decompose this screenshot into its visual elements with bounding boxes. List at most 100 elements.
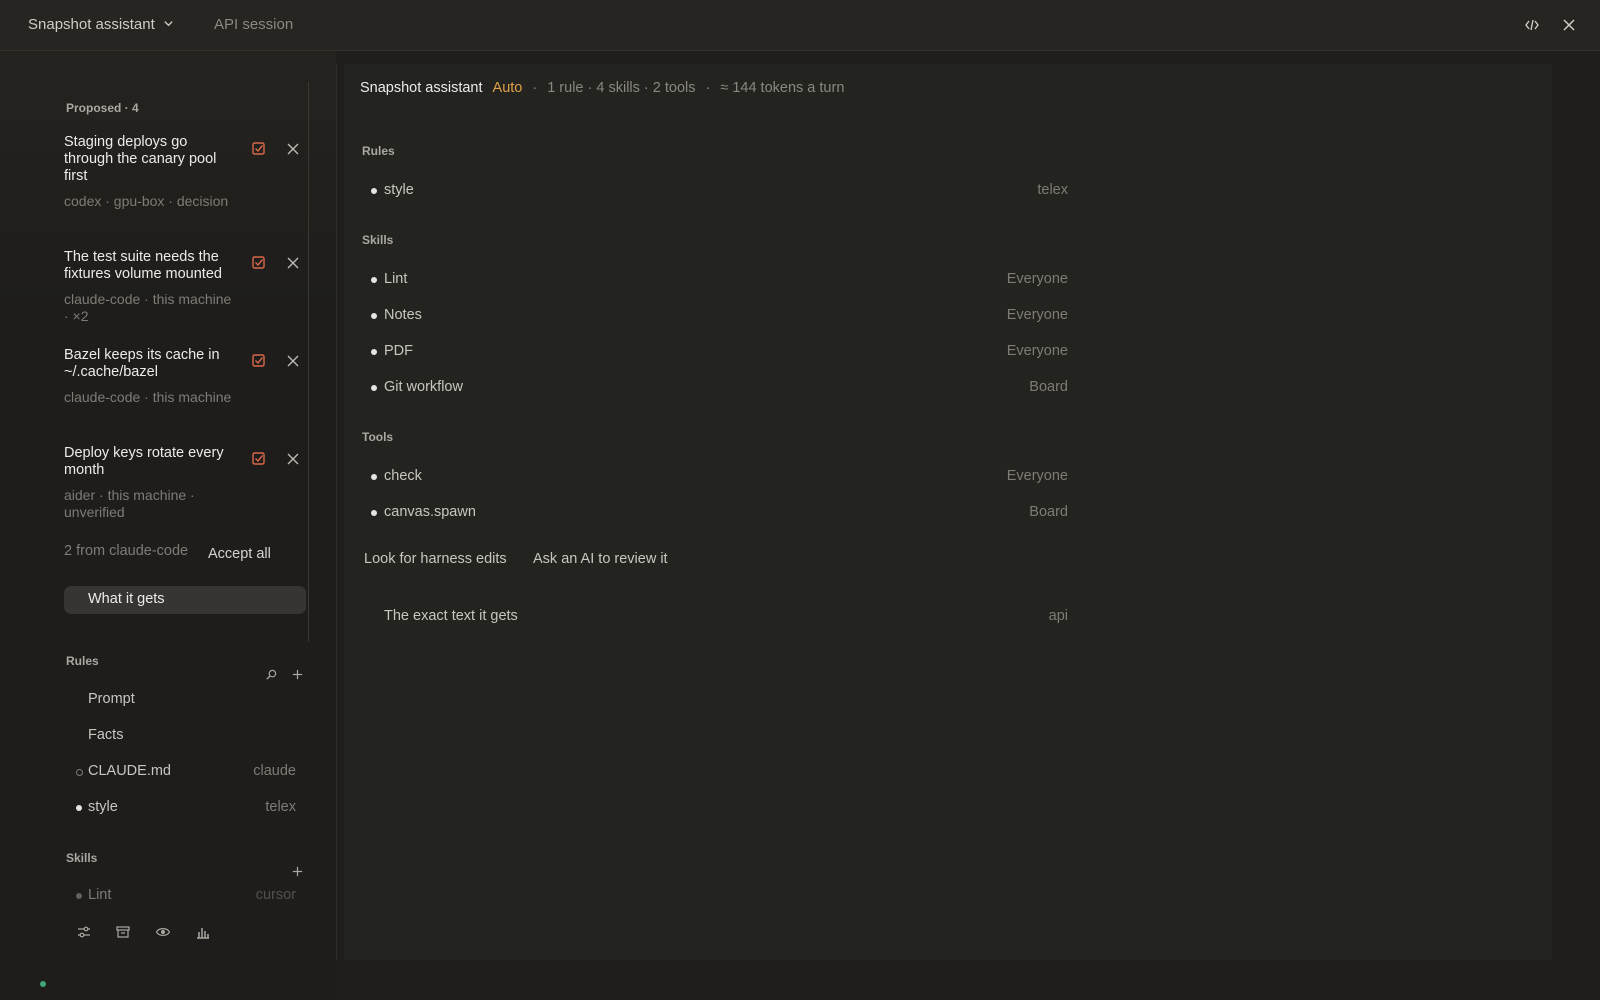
bullet-icon xyxy=(371,277,377,283)
active-dot-icon xyxy=(76,893,82,899)
row-value: Board xyxy=(1029,379,1068,395)
row-value: Everyone xyxy=(1006,271,1068,287)
search-icon[interactable] xyxy=(264,667,278,681)
proposed-source-count: 2 from claude-code xyxy=(64,543,189,559)
app-switcher[interactable]: Snapshot assistant xyxy=(28,16,174,33)
main-skill-lint[interactable]: Lint Everyone xyxy=(362,269,1068,291)
main-skill-notes[interactable]: Notes Everyone xyxy=(362,305,1068,327)
bullet-icon xyxy=(371,349,377,355)
accept-checkbox-icon[interactable] xyxy=(250,450,268,468)
mode-badge[interactable]: Auto xyxy=(493,80,523,96)
sidebar-item-label: Lint xyxy=(88,887,112,903)
row-value: Board xyxy=(1029,504,1068,520)
sidebar-divider xyxy=(308,82,309,642)
row-label: PDF xyxy=(384,343,413,359)
proposed-item-title: The test suite needs the fixtures volume… xyxy=(64,249,222,282)
token-estimate: ≈ 144 tokens a turn xyxy=(720,80,845,96)
proposed-item: Staging deploys go through the canary po… xyxy=(64,134,236,210)
what-it-gets-button[interactable]: What it gets xyxy=(64,586,306,614)
sidebar-item-label: Facts xyxy=(88,727,124,743)
main-tool-canvas-spawn[interactable]: canvas.spawn Board xyxy=(362,502,1068,524)
main-skills-title: Skills xyxy=(362,233,394,247)
main-rule-style[interactable]: style telex xyxy=(362,180,1068,202)
sidebar-item-claude-md[interactable]: CLAUDE.md claude xyxy=(64,761,296,783)
active-dot-icon xyxy=(76,805,82,811)
close-icon[interactable] xyxy=(1558,14,1580,36)
exact-text-row[interactable]: The exact text it gets api xyxy=(362,606,1068,628)
bullet-icon xyxy=(371,188,377,194)
row-label: Git workflow xyxy=(384,379,463,395)
accept-checkbox-icon[interactable] xyxy=(250,352,268,370)
assistant-name: Snapshot assistant xyxy=(360,80,483,96)
sidebar-item-label: Prompt xyxy=(88,691,135,707)
main-skill-git-workflow[interactable]: Git workflow Board xyxy=(362,377,1068,399)
summary-counts: 1 rule · 4 skills · 2 tools xyxy=(547,80,696,96)
accept-all-button[interactable]: Accept all xyxy=(208,546,271,562)
add-skill-icon[interactable] xyxy=(290,864,304,878)
proposed-item-meta: codex · gpu-box · decision xyxy=(64,193,229,209)
row-label: style xyxy=(384,182,414,198)
archive-icon[interactable] xyxy=(115,924,133,942)
bullet-icon xyxy=(371,313,377,319)
row-value: telex xyxy=(1037,182,1068,198)
assistant-header: Snapshot assistant Auto · 1 rule · 4 ski… xyxy=(360,80,844,96)
add-rule-icon[interactable] xyxy=(290,667,304,681)
proposed-item: Bazel keeps its cache in ~/.cache/bazel … xyxy=(64,347,236,406)
reject-icon[interactable] xyxy=(284,140,302,158)
proposed-item: Deploy keys rotate every month aider · t… xyxy=(64,445,236,521)
proposed-item-meta: claude-code · this machine xyxy=(64,389,232,405)
rules-section-title: Rules xyxy=(66,654,99,668)
proposed-item-title: Bazel keeps its cache in ~/.cache/bazel xyxy=(64,347,220,380)
accept-checkbox-icon[interactable] xyxy=(250,254,268,272)
sidebar-item-label: CLAUDE.md xyxy=(88,763,171,779)
what-it-gets-label: What it gets xyxy=(88,591,165,607)
reject-icon[interactable] xyxy=(284,254,302,272)
reject-icon[interactable] xyxy=(284,450,302,468)
separator: · xyxy=(705,80,711,96)
chevron-down-icon xyxy=(163,16,174,33)
row-value: Everyone xyxy=(1006,343,1068,359)
row-label: The exact text it gets xyxy=(384,608,518,624)
eye-icon[interactable] xyxy=(155,924,173,942)
sidebar-item-style[interactable]: style telex xyxy=(64,797,296,819)
proposed-item-title: Staging deploys go through the canary po… xyxy=(64,134,217,184)
code-toggle-icon[interactable] xyxy=(1521,14,1543,36)
sliders-icon[interactable] xyxy=(76,924,94,942)
bullet-icon xyxy=(371,385,377,391)
skills-section-title: Skills xyxy=(66,851,98,865)
separator: · xyxy=(532,80,538,96)
sidebar-item-label: style xyxy=(88,799,118,815)
sidebar-border xyxy=(336,64,337,960)
bullet-icon xyxy=(371,474,377,480)
main-skill-pdf[interactable]: PDF Everyone xyxy=(362,341,1068,363)
bullet-icon xyxy=(371,510,377,516)
accept-checkbox-icon[interactable] xyxy=(250,140,268,158)
proposed-item-meta: aider · this machine · unverified xyxy=(64,487,195,520)
row-label: canvas.spawn xyxy=(384,504,476,520)
sidebar-item-source: cursor xyxy=(255,887,296,903)
bar-chart-icon[interactable] xyxy=(195,924,213,942)
sidebar-item-source: claude xyxy=(253,763,296,779)
sidebar-item-facts[interactable]: Facts xyxy=(64,725,296,747)
sidebar-item-lint[interactable]: Lint cursor xyxy=(64,885,296,907)
proposed-item-title: Deploy keys rotate every month xyxy=(64,445,224,478)
harness-edits-link[interactable]: Look for harness edits xyxy=(364,551,507,567)
row-label: Notes xyxy=(384,307,422,323)
row-value: api xyxy=(1048,608,1068,624)
row-value: Everyone xyxy=(1006,468,1068,484)
sidebar-item-source: telex xyxy=(265,799,296,815)
inactive-dot-icon xyxy=(76,769,83,776)
sidebar-item-prompt[interactable]: Prompt xyxy=(64,689,296,711)
session-tab[interactable]: API session xyxy=(214,16,293,33)
proposed-item-meta: claude-code · this machine · ×2 xyxy=(64,291,232,324)
connection-status-dot xyxy=(40,981,46,987)
main-tool-check[interactable]: check Everyone xyxy=(362,466,1068,488)
ai-review-link[interactable]: Ask an AI to review it xyxy=(533,551,668,567)
row-value: Everyone xyxy=(1006,307,1068,323)
main-rules-title: Rules xyxy=(362,144,395,158)
main-tools-title: Tools xyxy=(362,430,394,444)
app-name: Snapshot assistant xyxy=(28,16,155,33)
proposed-item: The test suite needs the fixtures volume… xyxy=(64,249,236,325)
reject-icon[interactable] xyxy=(284,352,302,370)
row-label: check xyxy=(384,468,422,484)
